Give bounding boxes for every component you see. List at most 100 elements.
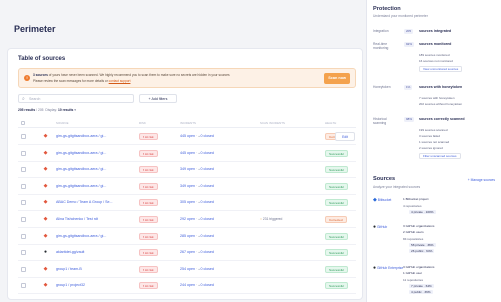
row-checkbox[interactable] <box>21 250 26 256</box>
risk-badge: At risk <box>139 166 158 174</box>
risk-badge: At risk <box>139 232 158 240</box>
row-checkbox[interactable] <box>21 183 26 189</box>
table-row[interactable]: ◆ gim-gs-gitgitsandbox-aera / gi... At ris… <box>18 162 356 179</box>
sources-title: Sources <box>373 176 396 182</box>
incident-counts[interactable]: 292 open · 0 closed <box>180 217 214 221</box>
view-unmonitored-button[interactable]: View unmonitored sources <box>419 66 463 72</box>
incident-counts[interactable]: 349 open · 0 closed <box>180 184 214 188</box>
incident-counts[interactable]: 244 open · 0 closed <box>180 283 214 287</box>
scan-now-button[interactable]: Scan now <box>324 73 350 84</box>
header-incidents[interactable]: INCIDENTS <box>180 121 196 125</box>
source-name-link[interactable]: group1 / team-B <box>56 267 82 271</box>
health-badge: Successful <box>325 232 348 240</box>
main-panel: Perimeter Table of sources ! 3 sources o… <box>0 0 366 302</box>
gitlab-icon: ◆ <box>43 149 48 156</box>
row-checkbox[interactable] <box>21 233 26 239</box>
github-icon: ● <box>43 249 48 256</box>
incident-counts[interactable]: 445 open · 0 closed <box>180 151 214 155</box>
banner-line-1: 3 sources of yours have never been scann… <box>33 73 230 77</box>
health-badge: Successful <box>325 182 348 190</box>
health-badge: Successful <box>325 166 348 174</box>
github-icon: ● <box>373 265 377 271</box>
gitlab-icon: ◆ <box>43 282 48 289</box>
table-header: SOURCE RISK INCIDENTS SCAN INCIDENTS HEA… <box>18 120 356 128</box>
risk-badge: At risk <box>139 265 158 273</box>
incident-counts[interactable]: 254 open · 0 closed <box>180 267 214 271</box>
row-checkbox[interactable] <box>21 217 26 222</box>
sources-subtitle: Analyze your integrated sources <box>373 185 421 189</box>
banner-line-2: Please review the scan messages for more… <box>33 79 131 83</box>
search-icon: ⌕ <box>22 96 25 102</box>
table-row[interactable]: ◆ gim-gs-gitgitsandbox-aera / gi... At ris… <box>18 179 356 195</box>
monitored-count: 189 sources monitored <box>419 53 450 57</box>
gitlab-icon: ◆ <box>43 199 48 206</box>
health-badge: Corrected <box>325 216 347 223</box>
table-row[interactable]: ◆ ABAC Demo / Team A Group / Se... At risk… <box>18 195 356 212</box>
source-name-link[interactable]: gim-gs-gitgitsandbox-aera / gi... <box>56 151 106 155</box>
health-badge: Successful <box>325 149 348 157</box>
contact-support-link[interactable]: contact support <box>109 79 131 83</box>
incident-counts[interactable]: 349 open · 0 closed <box>180 167 214 171</box>
header-scan-incidents[interactable]: SCAN INCIDENTS <box>260 121 285 125</box>
edit-button[interactable]: Edit <box>335 132 355 141</box>
source-name-link[interactable]: gim-gs-gitgitsandbox-aera / gi... <box>56 234 106 238</box>
search-placeholder: Search <box>29 97 41 101</box>
risk-badge: At risk <box>139 199 158 207</box>
row-checkbox[interactable] <box>21 266 26 272</box>
filter-unscanned-button[interactable]: Filter unscanned sources <box>419 153 461 159</box>
page-title: Perimeter <box>14 24 56 34</box>
incident-counts[interactable]: 445 open · 0 closed <box>180 134 214 138</box>
table-title: Table of sources <box>18 56 66 62</box>
monitoring-badge: 92% <box>404 42 415 47</box>
result-counts: 205 results / 205 Display: 10 results ▾ <box>18 108 76 112</box>
sources-table-card: Table of sources ! 3 sources of yours ha… <box>7 48 363 300</box>
incident-counts[interactable]: 267 open · 0 closed <box>180 250 214 254</box>
health-badge: Successful <box>325 265 348 273</box>
risk-badge: At risk <box>139 133 158 140</box>
risk-badge: At risk <box>139 216 158 223</box>
source-name-link[interactable]: gim-gs-gitgitsandbox-aera / gi... <box>56 167 106 171</box>
gitlab-icon: ◆ <box>43 182 48 189</box>
source-name-link[interactable]: ABAC Demo / Team A Group / Se... <box>56 200 112 204</box>
gitlab-icon: ◆ <box>43 232 48 239</box>
github-icon: ● <box>373 224 377 230</box>
search-input[interactable]: ⌕ Search <box>18 94 134 103</box>
gitlab-icon: ◆ <box>43 265 48 272</box>
display-select[interactable]: 10 results <box>58 108 73 112</box>
manage-sources-link[interactable]: + Manage sources <box>468 178 495 182</box>
row-checkbox[interactable] <box>21 283 26 289</box>
table-row[interactable]: ◆ group1 / team-B At risk 254 open · 0 clos… <box>18 262 356 278</box>
row-checkbox[interactable] <box>21 200 26 206</box>
scanning-badge: 98% <box>404 117 415 122</box>
source-name-link[interactable]: aklaritdet-gg/vault <box>56 250 84 254</box>
table-row[interactable]: ◆ gim-gs-gitgitsandbox-aera / gi... At ris… <box>18 129 356 145</box>
incident-counts[interactable]: 305 open · 0 closed <box>180 200 214 204</box>
header-risk[interactable]: RISK <box>139 121 146 125</box>
header-source[interactable]: SOURCE <box>56 121 69 125</box>
table-row[interactable]: ◆ gim-gs-gitgitsandbox-aera / gi... At ris… <box>18 229 356 245</box>
warning-icon: ! <box>24 75 30 81</box>
not-monitored-count: 16 sources not monitored <box>419 59 453 63</box>
source-name-link[interactable]: gim-gs-gitgitsandbox-aera / gi... <box>56 184 106 188</box>
risk-badge: At risk <box>139 149 158 157</box>
row-checkbox[interactable] <box>21 150 26 156</box>
table-row[interactable]: ● aklaritdet-gg/vault At risk 267 open · 0 … <box>18 245 356 262</box>
bitbucket-icon: ◆ <box>373 197 377 203</box>
gitlab-icon: ◆ <box>43 133 48 139</box>
table-row[interactable]: ◆ Alina Tishchenko / Test rdt At risk 292 o… <box>18 212 356 228</box>
source-name-link[interactable]: gim-gs-gitgitsandbox-aera / gi... <box>56 134 106 138</box>
row-checkbox[interactable] <box>21 134 26 139</box>
header-health[interactable]: HEALTH <box>325 121 336 125</box>
source-name-link[interactable]: group1 / project32 <box>56 283 85 287</box>
source-name-link[interactable]: Alina Tishchenko / Test rdt <box>56 217 98 221</box>
incident-counts[interactable]: 285 open · 0 closed <box>180 234 214 238</box>
select-all-checkbox[interactable] <box>21 121 25 125</box>
protection-subtitle: Understand your monitored perimeter <box>373 14 428 18</box>
row-checkbox[interactable] <box>21 167 26 173</box>
table-row[interactable]: ◆ group1 / project32 At risk 244 open · 0 c… <box>18 278 356 295</box>
add-filters-button[interactable]: + Add filters <box>139 94 177 103</box>
table-row[interactable]: ◆ gim-gs-gitgitsandbox-aera / gi... At ris… <box>18 146 356 162</box>
protection-panel: Protection Understand your monitored per… <box>366 0 501 302</box>
protection-title: Protection <box>373 6 401 12</box>
risk-badge: At risk <box>139 282 158 290</box>
